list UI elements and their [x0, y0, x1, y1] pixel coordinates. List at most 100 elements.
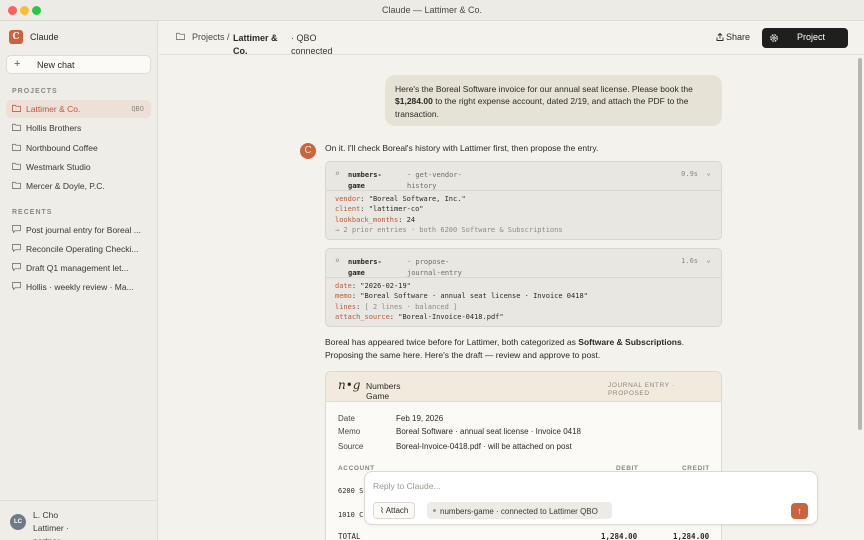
assistant-summary: Boreal has appeared twice before for Lat…	[325, 336, 725, 362]
scrollbar[interactable]	[858, 58, 862, 430]
share-label: Share	[726, 32, 751, 42]
sidebar-recent-label: Reconcile Operating Checki...	[26, 244, 139, 254]
new-chat-button[interactable]: + New chat	[6, 55, 151, 74]
tool-call-name: · get-vendor-history	[407, 171, 462, 190]
sidebar-project-label: Hollis Brothers	[26, 123, 82, 133]
tool-server-name: numbers-game	[348, 171, 382, 190]
tool-call-args: date: "2026-02-19" memo: "Boreal Softwar…	[335, 282, 588, 321]
recents-heading: RECENTS	[12, 209, 53, 216]
chevron-down-icon[interactable]: ⌄	[706, 168, 711, 177]
project-settings-button[interactable]: Project	[762, 28, 848, 48]
arg-key: lookback_months	[335, 215, 399, 224]
tool-call-args: vendor: "Boreal Software, Inc." client: …	[335, 195, 563, 234]
arg-value: [ 2 lines · balanced ]	[364, 302, 458, 311]
sidebar-project-label: Mercer & Doyle, P.C.	[26, 181, 105, 191]
user-message-text-rest: to the right expense account, dated 2/19…	[395, 96, 689, 119]
tool-call-name: · propose-journal-entry	[407, 258, 462, 277]
card-header: n•g Numbers Game JOURNAL ENTRY · PROPOSE…	[326, 372, 721, 402]
qbo-badge: QBO	[131, 105, 144, 113]
chevron-down-icon[interactable]: ⌄	[706, 255, 711, 264]
plus-icon: +	[14, 58, 21, 70]
sidebar-project-westmark[interactable]: Westmark Studio	[6, 158, 151, 176]
tool-icon: ⌕	[335, 256, 340, 265]
new-chat-label: New chat	[37, 60, 75, 70]
brand-name: Claude	[30, 32, 59, 42]
arg-value: "2026-02-19"	[360, 282, 411, 290]
sidebar-recent-item[interactable]: Post journal entry for Boreal ...	[6, 221, 151, 239]
summary-period: .	[681, 337, 685, 347]
arg-value: 24	[406, 215, 416, 224]
breadcrumb-projects[interactable]: Projects /	[192, 32, 230, 42]
arg-key: attach_source	[335, 312, 390, 321]
user-name: L. Cho Lattimer · partner	[33, 510, 69, 540]
arg-key: memo	[335, 292, 352, 301]
projects-heading: PROJECTS	[12, 88, 58, 95]
field-value-source: Boreal-Invoice-0418.pdf · will be attach…	[396, 442, 572, 451]
arg-key: date	[335, 282, 352, 290]
arrow-up-icon: ↑	[797, 506, 802, 516]
field-label-memo: Memo	[338, 427, 361, 436]
card-status: JOURNAL ENTRY · PROPOSED	[608, 382, 675, 397]
window-titlebar: Claude — Lattimer & Co.	[0, 0, 864, 21]
breadcrumb-current-project: Lattimer & Co.	[233, 33, 278, 56]
status-dot-icon	[433, 509, 436, 512]
avatar: LC	[10, 514, 26, 530]
folder-icon	[12, 143, 21, 151]
total-label: TOTAL	[338, 532, 361, 540]
sidebar-recent-item[interactable]: Hollis · weekly review · Ma...	[6, 278, 151, 296]
arg-value: "Boreal Software, Inc."	[368, 195, 466, 203]
sidebar-recent-item[interactable]: Reconcile Operating Checki...	[6, 240, 151, 258]
arg-value: "Boreal Software · annual seat license ·…	[360, 292, 588, 301]
sidebar-recent-label: Hollis · weekly review · Ma...	[26, 282, 134, 292]
tool-call-result: → 2 prior entries · both 6200 Software &…	[335, 225, 563, 234]
arg-value: "Boreal-Invoice-0418.pdf"	[398, 312, 504, 321]
user-profile[interactable]: LC L. Cho Lattimer · partner	[0, 500, 158, 540]
reply-input[interactable]: Reply to Claude...	[373, 481, 441, 491]
sidebar-project-label: Northbound Coffee	[26, 143, 98, 153]
share-button[interactable]: Share	[716, 32, 750, 42]
brand[interactable]: C Claude	[9, 30, 59, 44]
chat-bubble-icon	[12, 263, 21, 271]
claude-logo-icon: C	[9, 30, 23, 44]
connection-status: · QBO connected	[291, 33, 333, 56]
folder-icon	[12, 162, 21, 170]
sidebar-project-label: Westmark Studio	[26, 162, 91, 172]
chat-bubble-icon	[12, 225, 21, 233]
folder-icon	[12, 123, 21, 131]
arg-key: lines	[335, 302, 357, 311]
chat-bubble-icon	[12, 282, 21, 290]
summary-text-line2: Proposing the same here. Here's the draf…	[325, 350, 601, 360]
field-value-memo: Boreal Software · annual seat license · …	[396, 427, 581, 436]
table-row: 6200 S	[338, 487, 364, 495]
divider	[326, 277, 721, 278]
user-message-amount: $1,284.00	[395, 96, 433, 107]
field-label-source: Source	[338, 442, 364, 451]
tool-icon: ⌕	[335, 169, 340, 178]
tool-call-get-vendor-history[interactable]: ⌕ numbers-game · get-vendor-history 0.9s…	[325, 161, 722, 240]
sidebar-project-lattimer[interactable]: Lattimer & Co. QBO	[6, 100, 151, 118]
project-header: Projects / Lattimer & Co. · QBO connecte…	[159, 21, 864, 56]
arg-key: client	[335, 205, 361, 214]
tool-server-name: numbers-game	[348, 258, 382, 277]
share-icon	[716, 32, 724, 41]
attach-label: Attach	[385, 506, 409, 515]
attach-button[interactable]: ⌇ Attach	[373, 502, 416, 519]
window-title: Claude — Lattimer & Co.	[381, 5, 483, 15]
tool-call-duration: 1.6s	[681, 257, 698, 265]
chat-bubble-icon	[12, 244, 21, 252]
arg-value: "lattimer-co"	[368, 205, 424, 214]
send-button[interactable]: ↑	[791, 503, 808, 519]
sidebar-project-mercer[interactable]: Mercer & Doyle, P.C.	[6, 177, 151, 195]
sidebar-recent-item[interactable]: Draft Q1 management let...	[6, 259, 151, 277]
connector-chip[interactable]: numbers-game · connected to Lattimer QBO	[427, 502, 612, 519]
gear-icon	[770, 34, 778, 42]
folder-icon	[12, 181, 21, 189]
reply-composer[interactable]: Reply to Claude... ⌇ Attach numbers-game…	[364, 471, 818, 525]
sidebar-project-northbound[interactable]: Northbound Coffee	[6, 139, 151, 157]
tool-call-propose-journal-entry[interactable]: ⌕ numbers-game · propose-journal-entry 1…	[325, 248, 722, 327]
sidebar-recent-label: Draft Q1 management let...	[26, 263, 129, 273]
sidebar-project-hollis[interactable]: Hollis Brothers	[6, 119, 151, 137]
numbers-game-logo: n•g	[338, 378, 361, 392]
summary-category: Software & Subscriptions	[578, 337, 682, 347]
total-credit: 1,284.00	[673, 532, 710, 540]
